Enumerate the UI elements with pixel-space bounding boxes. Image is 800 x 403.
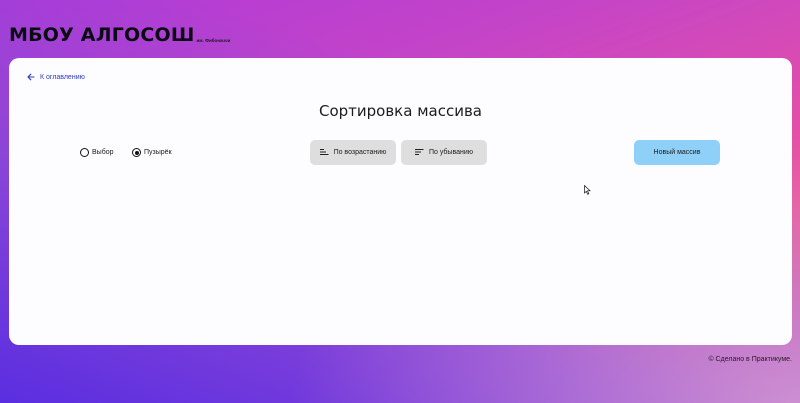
- site-logo-subtitle: им. Фибоначчи: [196, 38, 231, 43]
- sort-ascending-icon: [319, 148, 329, 158]
- radio-label-selection: Выбор: [92, 149, 114, 156]
- sort-descending-label: По убыванию: [428, 149, 474, 156]
- radio-circle-selected: [132, 148, 141, 157]
- page-title: Сортировка массива: [318, 102, 482, 120]
- mouse-cursor-icon: [584, 182, 591, 200]
- site-logo: МБОУ АЛГОСОШ: [9, 24, 195, 46]
- new-array-label: Новый массив: [653, 149, 701, 156]
- new-array-button[interactable]: Новый массив: [634, 140, 720, 165]
- arrow-left-icon: [27, 73, 35, 81]
- radio-bubble-sort[interactable]: Пузырёк: [132, 148, 172, 157]
- radio-label-bubble: Пузырёк: [144, 149, 172, 156]
- sort-descending-button[interactable]: По убыванию: [401, 140, 487, 165]
- site-header: МБОУ АЛГОСОШ им. Фибоначчи: [9, 24, 230, 46]
- radio-selection-sort[interactable]: Выбор: [80, 148, 114, 157]
- back-link-label: К оглавлению: [40, 73, 85, 81]
- back-to-contents-link[interactable]: К оглавлению: [27, 73, 85, 81]
- main-card: К оглавлению Сортировка массива Выбор Пу…: [9, 58, 792, 345]
- radio-circle-unselected: [80, 148, 89, 157]
- sort-ascending-label: По возрастанию: [333, 149, 387, 156]
- sort-descending-icon: [414, 148, 424, 158]
- footer-credit: © Сделано в Практикуме.: [708, 356, 792, 363]
- sort-ascending-button[interactable]: По возрастанию: [310, 140, 396, 165]
